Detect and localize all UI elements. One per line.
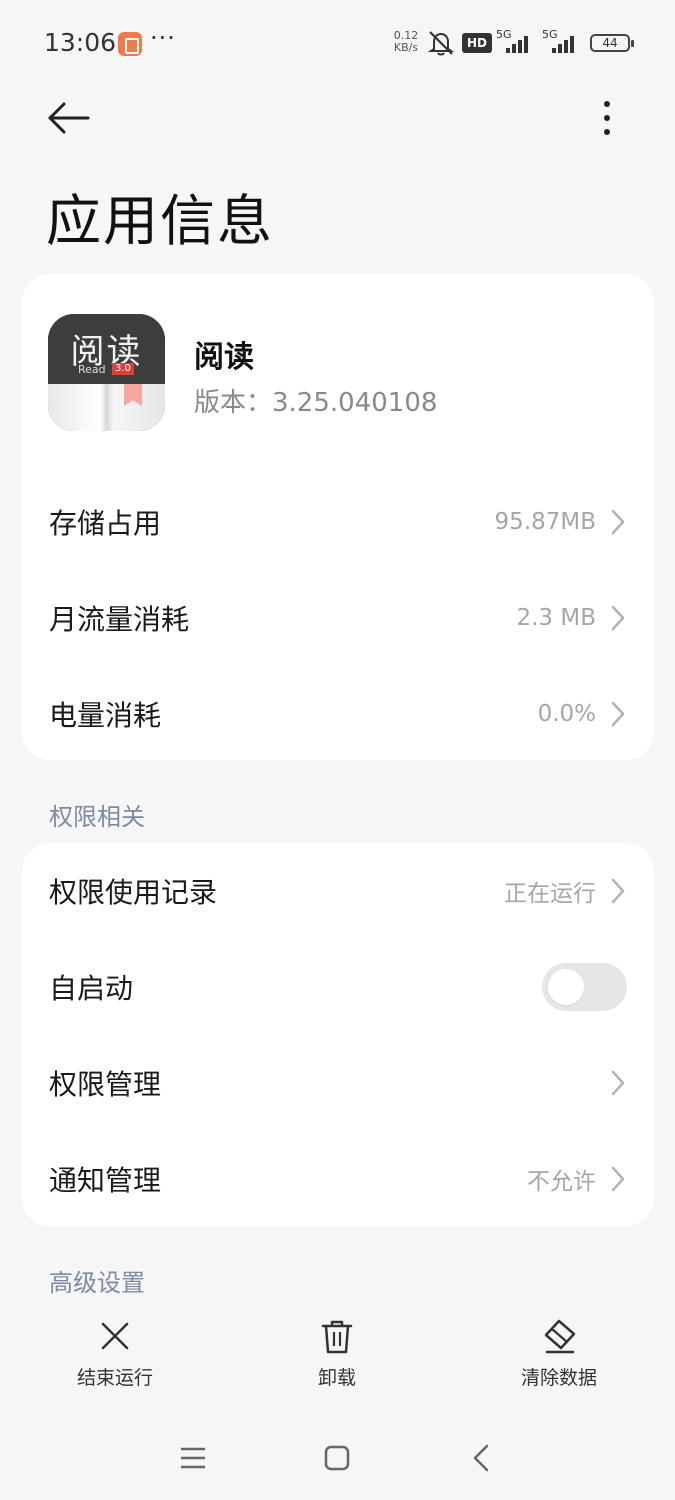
- row-value: 2.3 MB: [516, 605, 596, 631]
- action-label: 结束运行: [76, 1367, 153, 1389]
- mute-bell-icon: [427, 31, 455, 56]
- network-speed: 0.12 KB/s: [389, 30, 423, 54]
- autostart-toggle[interactable]: [542, 963, 627, 1011]
- home-button[interactable]: [317, 1438, 357, 1478]
- menu-icon: [181, 1447, 205, 1469]
- app-info-card: 阅读 Read 3.0 阅读 版本：3.25.040108 存储占用 95.87…: [22, 274, 654, 760]
- force-stop-button[interactable]: 结束运行: [50, 1318, 180, 1392]
- row-label: 权限使用记录: [49, 876, 218, 909]
- uninstall-button[interactable]: 卸载: [272, 1318, 402, 1392]
- autostart-row: 自启动: [22, 939, 654, 1035]
- hd-icon: HD: [462, 33, 492, 53]
- action-label: 清除数据: [520, 1367, 597, 1389]
- row-value: 0.0%: [537, 701, 596, 727]
- app-name: 阅读: [194, 340, 254, 375]
- more-options-button[interactable]: [590, 96, 624, 140]
- action-label: 卸载: [317, 1367, 356, 1389]
- chevron-right-icon: [611, 605, 625, 631]
- section-title-advanced: 高级设置: [49, 1269, 145, 1297]
- recent-apps-button[interactable]: [173, 1438, 213, 1478]
- section-title-permissions: 权限相关: [49, 803, 145, 831]
- chevron-right-icon: [611, 509, 625, 535]
- row-label: 存储占用: [49, 507, 162, 540]
- signal-icon: [506, 36, 528, 53]
- row-label: 权限管理: [49, 1068, 162, 1101]
- row-value: 不允许: [527, 1169, 596, 1195]
- chevron-right-icon: [611, 701, 625, 727]
- permission-usage-record-row[interactable]: 权限使用记录 正在运行: [22, 843, 654, 939]
- page-title: 应用信息: [46, 189, 275, 253]
- battery-usage-row[interactable]: 电量消耗 0.0%: [22, 666, 654, 762]
- chevron-right-icon: [611, 878, 625, 904]
- nav-back-button[interactable]: [461, 1438, 501, 1478]
- clear-data-button[interactable]: 清除数据: [494, 1318, 624, 1392]
- app-notification-icon: [118, 32, 142, 56]
- home-icon: [324, 1445, 350, 1471]
- trash-icon: [321, 1320, 353, 1354]
- data-usage-row[interactable]: 月流量消耗 2.3 MB: [22, 570, 654, 666]
- app-version: 版本：3.25.040108: [194, 388, 438, 418]
- notification-management-row[interactable]: 通知管理 不允许: [22, 1131, 654, 1227]
- row-label: 自启动: [49, 972, 134, 1005]
- row-label: 月流量消耗: [49, 603, 190, 636]
- eraser-icon: [544, 1319, 576, 1354]
- row-value: 正在运行: [504, 881, 596, 907]
- row-value: 95.87MB: [494, 509, 596, 535]
- back-icon: [473, 1444, 489, 1472]
- more-notifications-icon: ···: [150, 24, 176, 52]
- chevron-right-icon: [611, 1070, 625, 1096]
- row-label: 电量消耗: [49, 699, 162, 732]
- storage-usage-row[interactable]: 存储占用 95.87MB: [22, 474, 654, 570]
- network-speed-unit: KB/s: [393, 41, 419, 54]
- status-bar: 13:06 ··· 0.12 KB/s HD 5G 5G 44: [0, 0, 675, 86]
- back-button[interactable]: [44, 96, 94, 140]
- toggle-knob: [548, 969, 584, 1005]
- app-icon-title: 阅读: [70, 332, 143, 372]
- close-icon: [101, 1322, 129, 1350]
- app-icon-read-label: Read: [78, 363, 106, 376]
- battery-icon: 44: [590, 34, 634, 52]
- app-icon: 阅读 Read 3.0: [48, 314, 165, 431]
- status-time: 13:06: [44, 28, 117, 57]
- arrow-left-icon: [48, 102, 90, 134]
- permissions-card: 权限使用记录 正在运行 自启动 权限管理 通知管理 不允许: [22, 843, 654, 1226]
- row-label: 通知管理: [49, 1164, 162, 1197]
- permission-management-row[interactable]: 权限管理: [22, 1035, 654, 1131]
- chevron-right-icon: [611, 1166, 625, 1192]
- app-icon-version-badge: 3.0: [112, 363, 134, 375]
- signal-icon: [552, 36, 574, 53]
- more-vertical-icon: [604, 101, 610, 135]
